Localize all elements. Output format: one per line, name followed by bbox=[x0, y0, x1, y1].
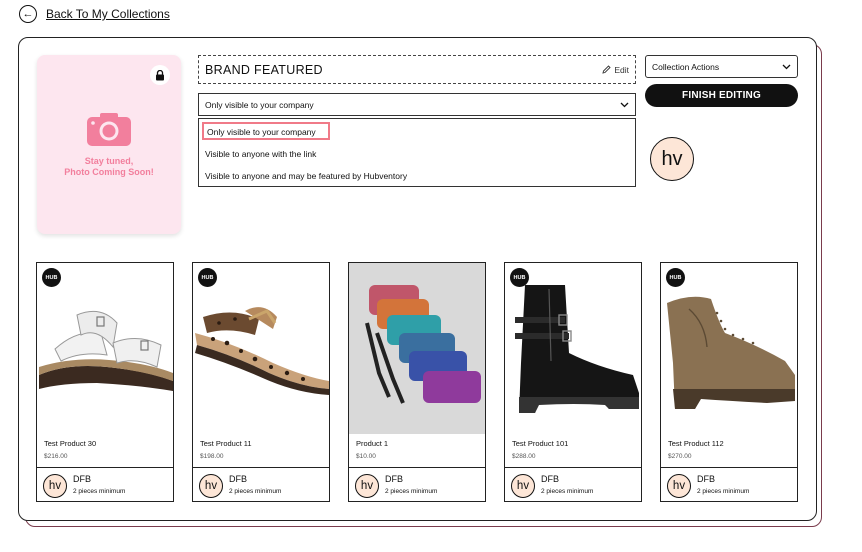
visibility-option-link[interactable]: Visible to anyone with the link bbox=[205, 149, 316, 159]
product-image-bootie-tan bbox=[661, 263, 797, 434]
divider bbox=[505, 467, 641, 468]
edit-label: Edit bbox=[614, 64, 629, 75]
divider bbox=[661, 467, 797, 468]
product-name: Test Product 101 bbox=[512, 439, 569, 448]
brand-name: DFB bbox=[541, 474, 559, 484]
visibility-dropdown-menu: Only visible to your company Visible to … bbox=[198, 118, 636, 187]
product-price: $198.00 bbox=[200, 453, 224, 460]
divider bbox=[37, 467, 173, 468]
product-image-sandal-white bbox=[37, 263, 173, 434]
lock-icon bbox=[150, 65, 170, 85]
collection-title-field[interactable]: BRAND FEATURED Edit bbox=[198, 55, 636, 84]
product-card[interactable]: HUB Test Product 101 $288.00 hv DFB 2 pi… bbox=[504, 262, 642, 502]
brand-avatar: hv bbox=[511, 474, 535, 498]
brand-name: DFB bbox=[73, 474, 91, 484]
collection-title: BRAND FEATURED bbox=[205, 62, 323, 77]
owner-avatar[interactable]: hv bbox=[650, 137, 694, 181]
product-price: $216.00 bbox=[44, 453, 68, 460]
hub-badge: HUB bbox=[42, 268, 61, 287]
visibility-select[interactable]: Only visible to your company bbox=[198, 93, 636, 116]
order-minimum: 2 pieces minimum bbox=[541, 488, 594, 495]
product-card[interactable]: Product 1 $10.00 hv DFB 2 pieces minimum bbox=[348, 262, 486, 502]
order-minimum: 2 pieces minimum bbox=[229, 488, 282, 495]
product-card[interactable]: HUB Test Product 30 $216.00 hv DFB 2 pie… bbox=[36, 262, 174, 502]
visibility-option-public[interactable]: Visible to anyone and may be featured by… bbox=[205, 171, 407, 181]
brand-avatar: hv bbox=[667, 474, 691, 498]
collection-actions-select[interactable]: Collection Actions bbox=[645, 55, 798, 78]
back-to-collections-link[interactable]: ← Back To My Collections bbox=[19, 5, 170, 23]
chevron-down-icon bbox=[782, 64, 791, 69]
product-image-sandal-leopard bbox=[193, 263, 329, 434]
hub-badge: HUB bbox=[198, 268, 217, 287]
collection-actions-label: Collection Actions bbox=[652, 61, 720, 72]
brand-avatar: hv bbox=[199, 474, 223, 498]
hub-badge: HUB bbox=[666, 268, 685, 287]
visibility-option-company[interactable]: Only visible to your company bbox=[202, 122, 330, 140]
product-price: $10.00 bbox=[356, 453, 376, 460]
brand-name: DFB bbox=[229, 474, 247, 484]
product-price: $270.00 bbox=[668, 453, 692, 460]
visibility-selected-value: Only visible to your company bbox=[205, 99, 314, 110]
product-name: Product 1 bbox=[356, 439, 389, 448]
product-name: Test Product 11 bbox=[200, 439, 252, 448]
brand-name: DFB bbox=[697, 474, 715, 484]
divider bbox=[193, 467, 329, 468]
finish-editing-button[interactable]: FINISH EDITING bbox=[645, 84, 798, 107]
edit-title-button[interactable]: Edit bbox=[602, 65, 629, 75]
product-name: Test Product 30 bbox=[44, 439, 97, 448]
product-card[interactable]: HUB Test Product 112 $270.00 hv DFB 2 pi… bbox=[660, 262, 798, 502]
brand-avatar: hv bbox=[355, 474, 379, 498]
divider bbox=[349, 467, 485, 468]
brand-name: DFB bbox=[385, 474, 403, 484]
product-image-boot-black bbox=[505, 263, 641, 434]
product-image-wallets bbox=[349, 263, 485, 434]
pencil-icon bbox=[602, 65, 611, 74]
hub-badge: HUB bbox=[510, 268, 529, 287]
product-name: Test Product 112 bbox=[668, 439, 724, 448]
order-minimum: 2 pieces minimum bbox=[73, 488, 126, 495]
collection-cover-placeholder[interactable]: Stay tuned, Photo Coming Soon! bbox=[37, 55, 181, 234]
product-card[interactable]: HUB Test Product 11 $198.00 hv DFB 2 pie… bbox=[192, 262, 330, 502]
arrow-left-icon: ← bbox=[19, 5, 37, 23]
chevron-down-icon bbox=[620, 102, 629, 107]
camera-icon bbox=[87, 113, 131, 146]
order-minimum: 2 pieces minimum bbox=[385, 488, 438, 495]
brand-avatar: hv bbox=[43, 474, 67, 498]
order-minimum: 2 pieces minimum bbox=[697, 488, 750, 495]
photo-coming-soon-text: Stay tuned, Photo Coming Soon! bbox=[64, 156, 154, 177]
product-price: $288.00 bbox=[512, 453, 536, 460]
back-link-label: Back To My Collections bbox=[46, 7, 170, 21]
